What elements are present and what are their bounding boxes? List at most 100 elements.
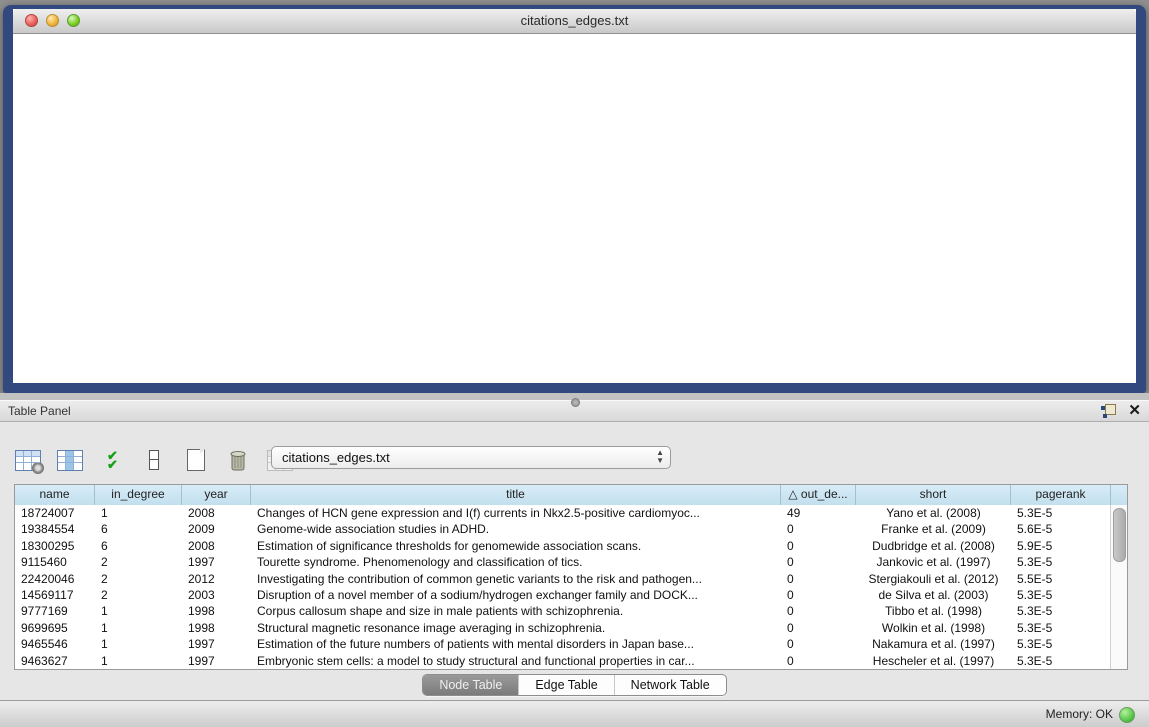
table-cell[interactable]: Wolkin et al. (1998) [856, 620, 1011, 636]
table-cell[interactable]: 5.3E-5 [1011, 603, 1111, 619]
table-cell[interactable]: Embryonic stem cells: a model to study s… [251, 653, 781, 669]
table-cell[interactable]: 1 [95, 636, 182, 652]
table-row[interactable]: 977716911998Corpus callosum shape and si… [15, 603, 1111, 619]
table-cell[interactable]: Tibbo et al. (1998) [856, 603, 1011, 619]
table-row[interactable]: 911546021997Tourette syndrome. Phenomeno… [15, 554, 1111, 570]
table-cell[interactable]: 1998 [182, 603, 251, 619]
table-cell[interactable]: 0 [781, 538, 856, 554]
column-header-name[interactable]: name [15, 485, 95, 505]
table-cell[interactable]: Stergiakouli et al. (2012) [856, 571, 1011, 587]
column-list-icon[interactable] [140, 447, 168, 473]
delete-column-icon[interactable] [224, 447, 252, 473]
table-select-dropdown[interactable]: citations_edges.txt ▲▼ [271, 446, 671, 469]
table-row[interactable]: 1456911722003Disruption of a novel membe… [15, 587, 1111, 603]
resize-grip[interactable] [571, 398, 580, 407]
table-cell[interactable]: 2 [95, 571, 182, 587]
table-cell[interactable]: Estimation of the future numbers of pati… [251, 636, 781, 652]
table-cell[interactable]: 1997 [182, 636, 251, 652]
table-cell[interactable]: 1 [95, 505, 182, 521]
table-cell[interactable]: 2 [95, 587, 182, 603]
column-header-year[interactable]: year [182, 485, 251, 505]
table-cell[interactable]: 6 [95, 521, 182, 537]
table-cell[interactable]: 9699695 [15, 620, 95, 636]
show-columns-icon[interactable] [56, 447, 84, 473]
table-cell[interactable]: Yano et al. (2008) [856, 505, 1011, 521]
table-row[interactable]: 2242004622012Investigating the contribut… [15, 571, 1111, 587]
table-row[interactable]: 969969511998Structural magnetic resonanc… [15, 620, 1111, 636]
table-cell[interactable]: 2012 [182, 571, 251, 587]
table-cell[interactable]: 0 [781, 571, 856, 587]
table-cell[interactable]: 2008 [182, 538, 251, 554]
table-cell[interactable]: 9777169 [15, 603, 95, 619]
table-row[interactable]: 946362711997Embryonic stem cells: a mode… [15, 653, 1111, 669]
table-cell[interactable]: Hescheler et al. (1997) [856, 653, 1011, 669]
table-cell[interactable]: 0 [781, 521, 856, 537]
create-column-icon[interactable] [182, 447, 210, 473]
close-panel-icon[interactable]: ✕ [1128, 403, 1141, 419]
window-titlebar[interactable]: citations_edges.txt [13, 9, 1136, 34]
table-cell[interactable]: 1997 [182, 554, 251, 570]
table-cell[interactable]: 1997 [182, 653, 251, 669]
table-cell[interactable]: 6 [95, 538, 182, 554]
table-cell[interactable]: Nakamura et al. (1997) [856, 636, 1011, 652]
table-cell[interactable]: 1 [95, 653, 182, 669]
column-header-out_de[interactable]: △ out_de... [781, 485, 856, 505]
table-cell[interactable]: 0 [781, 554, 856, 570]
table-cell[interactable]: 2 [95, 554, 182, 570]
table-cell[interactable]: 1 [95, 620, 182, 636]
select-all-columns-icon[interactable]: ✔✔ [98, 447, 126, 473]
table-cell[interactable]: Investigating the contribution of common… [251, 571, 781, 587]
table-cell[interactable]: 9463627 [15, 653, 95, 669]
table-cell[interactable]: Genome-wide association studies in ADHD. [251, 521, 781, 537]
table-cell[interactable]: Estimation of significance thresholds fo… [251, 538, 781, 554]
table-cell[interactable]: 1998 [182, 620, 251, 636]
tab-node-table[interactable]: Node Table [423, 675, 518, 695]
table-cell[interactable]: 5.5E-5 [1011, 571, 1111, 587]
table-cell[interactable]: Disruption of a novel member of a sodium… [251, 587, 781, 603]
column-header-short[interactable]: short [856, 485, 1011, 505]
column-header-title[interactable]: title [251, 485, 781, 505]
column-header-in_degree[interactable]: in_degree [95, 485, 182, 505]
table-cell[interactable]: 1 [95, 603, 182, 619]
table-cell[interactable]: 5.3E-5 [1011, 636, 1111, 652]
table-cell[interactable]: 14569117 [15, 587, 95, 603]
table-row[interactable]: 1830029562008Estimation of significance … [15, 538, 1111, 554]
table-cell[interactable]: 0 [781, 636, 856, 652]
table-cell[interactable]: 5.3E-5 [1011, 587, 1111, 603]
network-canvas[interactable] [13, 34, 1136, 383]
table-cell[interactable]: de Silva et al. (2003) [856, 587, 1011, 603]
table-cell[interactable]: 22420046 [15, 571, 95, 587]
tab-network-table[interactable]: Network Table [614, 675, 726, 695]
float-panel-icon[interactable] [1100, 403, 1116, 419]
table-mode-icon[interactable] [14, 447, 42, 473]
table-cell[interactable]: Dudbridge et al. (2008) [856, 538, 1011, 554]
scrollbar-thumb[interactable] [1113, 508, 1126, 562]
table-row[interactable]: 1872400712008Changes of HCN gene express… [15, 505, 1111, 521]
tab-edge-table[interactable]: Edge Table [518, 675, 613, 695]
table-cell[interactable]: 5.3E-5 [1011, 653, 1111, 669]
table-cell[interactable]: 2003 [182, 587, 251, 603]
table-cell[interactable]: Franke et al. (2009) [856, 521, 1011, 537]
table-cell[interactable]: 5.9E-5 [1011, 538, 1111, 554]
table-cell[interactable]: Jankovic et al. (1997) [856, 554, 1011, 570]
table-cell[interactable]: 0 [781, 653, 856, 669]
table-cell[interactable]: 0 [781, 620, 856, 636]
table-cell[interactable]: 0 [781, 587, 856, 603]
table-cell[interactable]: Structural magnetic resonance image aver… [251, 620, 781, 636]
citation-network-graph[interactable] [13, 34, 1136, 383]
table-cell[interactable]: 5.3E-5 [1011, 554, 1111, 570]
table-cell[interactable]: 2008 [182, 505, 251, 521]
table-cell[interactable]: 19384554 [15, 521, 95, 537]
table-cell[interactable]: Changes of HCN gene expression and I(f) … [251, 505, 781, 521]
table-cell[interactable]: 9115460 [15, 554, 95, 570]
table-cell[interactable]: 18724007 [15, 505, 95, 521]
table-cell[interactable]: Corpus callosum shape and size in male p… [251, 603, 781, 619]
table-cell[interactable]: Tourette syndrome. Phenomenology and cla… [251, 554, 781, 570]
table-cell[interactable]: 9465546 [15, 636, 95, 652]
table-cell[interactable]: 5.6E-5 [1011, 521, 1111, 537]
table-cell[interactable]: 0 [781, 603, 856, 619]
table-cell[interactable]: 5.3E-5 [1011, 505, 1111, 521]
table-cell[interactable]: 5.3E-5 [1011, 620, 1111, 636]
table-cell[interactable]: 2009 [182, 521, 251, 537]
table-cell[interactable]: 49 [781, 505, 856, 521]
